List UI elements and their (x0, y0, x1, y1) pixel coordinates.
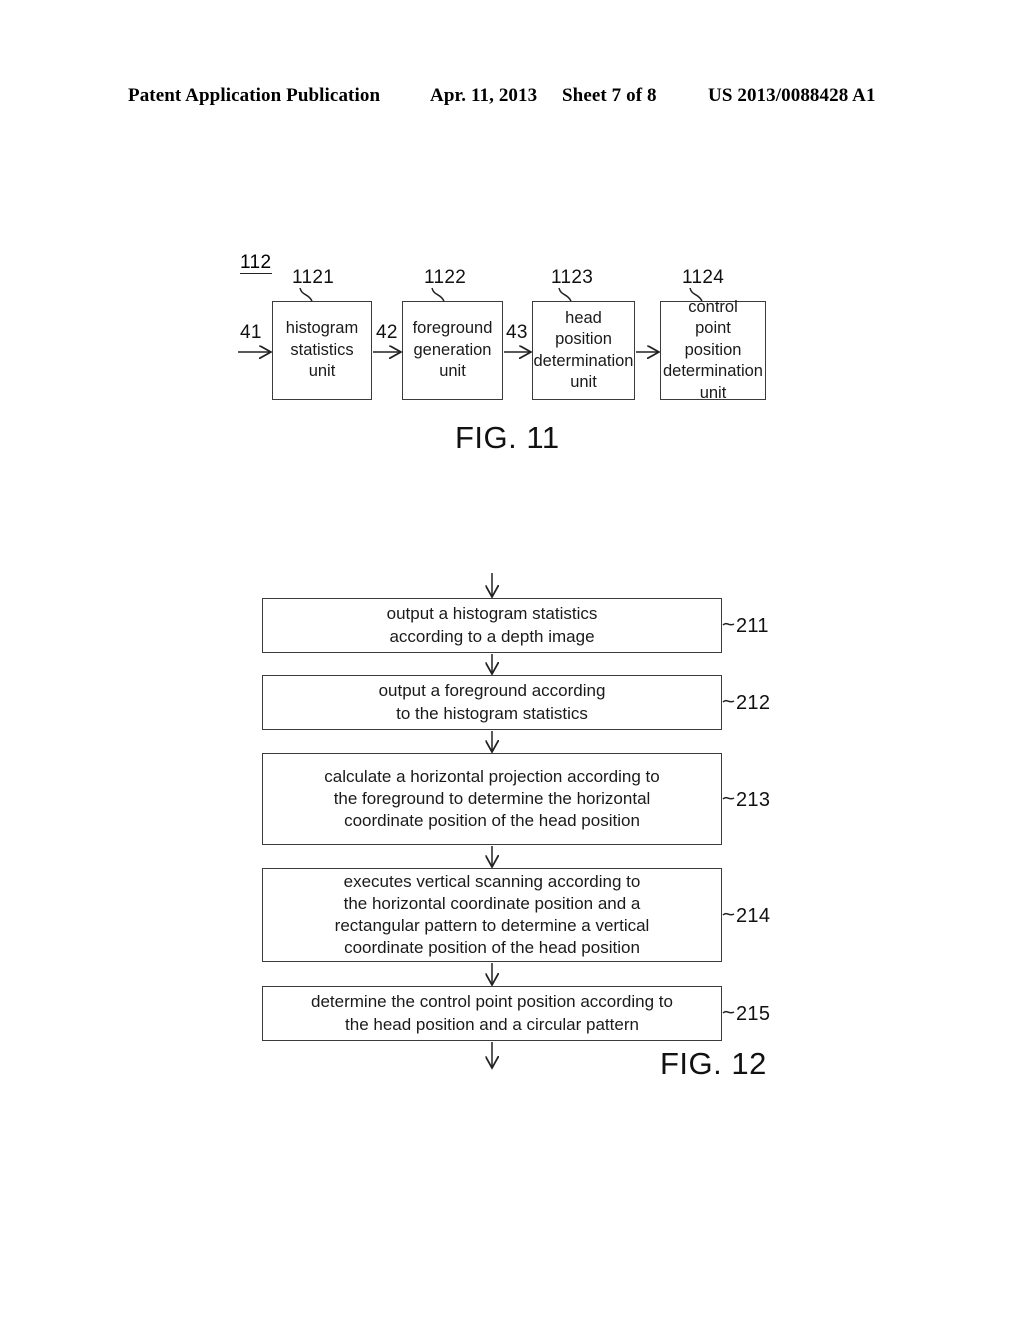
fig11-leader-1121 (299, 287, 313, 302)
fig11-block-label: foreground generation unit (412, 319, 493, 381)
fig11-ref-1122: 1122 (424, 267, 467, 288)
fig11-signal-ref-42: 42 (376, 322, 398, 343)
connector-layer (238, 287, 735, 1320)
fig11-block-head-position-determination-unit: head position determination unit (532, 301, 635, 400)
fig12-ref-213: 213 (736, 789, 771, 811)
fig11-ref-1121: 1121 (292, 267, 335, 288)
fig11-block-foreground-generation-unit: foreground generation unit (402, 301, 503, 400)
header-publication-label: Patent Application Publication (128, 85, 381, 106)
fig12-step-box-213: calculate a horizontal projection accord… (262, 753, 722, 845)
fig12-leader-213 (722, 796, 735, 800)
fig11-ref-1123: 1123 (551, 267, 594, 288)
fig11-signal-ref-43: 43 (506, 322, 528, 343)
fig11-group-reference: 112 (240, 252, 272, 274)
fig12-step-text: calculate a horizontal projection accord… (324, 766, 660, 831)
fig11-block-label: histogram statistics unit (285, 319, 359, 381)
header-date-label: Apr. 11, 2013 (430, 85, 538, 106)
fig12-ref-211: 211 (736, 615, 769, 637)
fig12-step-text: output a foreground according to the his… (378, 681, 606, 723)
fig12-step-text: determine the control point position acc… (311, 992, 673, 1034)
fig12-step-box-215: determine the control point position acc… (262, 986, 722, 1041)
fig11-leader-1123 (558, 287, 572, 302)
fig12-step-box-214: executes vertical scanning according to … (262, 868, 722, 962)
header-patent-number: US 2013/0088428 A1 (708, 85, 876, 106)
fig12-leader-214 (722, 912, 735, 916)
fig11-ref-1124: 1124 (682, 267, 725, 288)
fig11-block-label: control point position determination uni… (663, 297, 763, 402)
fig12-step-box-212: output a foreground according to the his… (262, 675, 722, 730)
fig12-caption: FIG. 12 (660, 1046, 767, 1081)
fig11-caption: FIG. 11 (455, 420, 560, 455)
page-header: Patent Application Publication Apr. 11, … (0, 85, 1024, 115)
fig11-block-control-point-position-determination-unit: control point position determination uni… (660, 298, 766, 402)
fig12-leader-211 (722, 622, 735, 626)
fig12-step-text: output a histogram statistics according … (386, 604, 598, 646)
fig11-signal-ref-41: 41 (240, 322, 262, 343)
fig11-block-label: head position determination unit (533, 308, 634, 391)
fig11-block-histogram-statistics-unit: histogram statistics unit (272, 301, 372, 400)
fig12-ref-215: 215 (736, 1003, 771, 1025)
fig11-leader-1122 (431, 287, 445, 302)
fig12-ref-212: 212 (736, 692, 771, 714)
fig12-leader-215 (722, 1010, 735, 1014)
fig12-leader-212 (722, 699, 735, 703)
header-sheet-label: Sheet 7 of 8 (562, 85, 657, 106)
fig12-step-text: executes vertical scanning according to … (334, 871, 650, 958)
fig12-ref-214: 214 (736, 905, 771, 927)
fig12-step-box-211: output a histogram statistics according … (262, 598, 722, 653)
